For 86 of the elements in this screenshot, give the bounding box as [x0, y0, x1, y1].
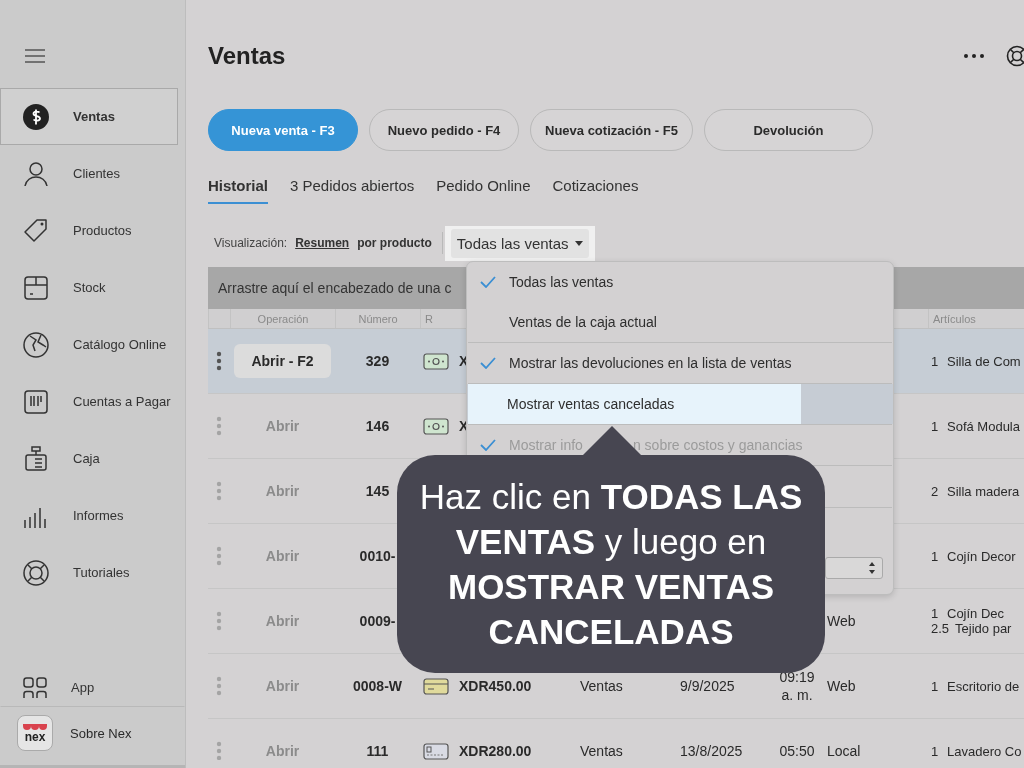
table-row[interactable]: Abrir 111 XDR280.00 Ventas 13/8/2025 05:50 Local 1 Lavadero Co [208, 719, 1024, 760]
table-cell: Ventas [580, 678, 623, 694]
article-name: Tejido par [955, 621, 1012, 636]
sidebar-item[interactable]: Stock [0, 259, 178, 316]
ledger-icon [22, 387, 50, 416]
view-label: Visualización: [214, 236, 288, 250]
quantity: 2.5 [931, 621, 950, 636]
box-icon [22, 273, 50, 302]
view-option[interactable]: Resumen [295, 236, 350, 250]
drag-handle-icon[interactable] [216, 416, 222, 436]
dollar-icon [22, 102, 50, 131]
sidebar-item[interactable]: Catálogo Online [0, 316, 178, 373]
table-cell-text: Web [826, 613, 856, 629]
quantity: 1 [931, 353, 940, 369]
cash-register-icon [22, 444, 50, 473]
quantity: 1 [931, 743, 940, 759]
tag-icon [22, 216, 50, 245]
person-icon [22, 159, 50, 188]
table-cell: 146 [365, 418, 390, 434]
table-cell: Ventas [580, 743, 623, 759]
page-title: Ventas [208, 42, 286, 70]
drag-handle-icon[interactable] [216, 481, 222, 501]
sidebar-item[interactable]: Cuentas a Pagar [0, 373, 178, 430]
table-cell: 145 [365, 483, 390, 499]
table-cell: 13/8/2025 [680, 743, 743, 759]
table-cell: 0009- [359, 613, 396, 629]
action-button[interactable]: Nuevo pedido - F4 [369, 109, 519, 151]
article-name: Cojín Dec [947, 606, 1005, 621]
nex-logo: nex [17, 715, 53, 751]
app-grid-icon [22, 676, 48, 698]
sidebar-item[interactable]: Productos [0, 202, 178, 259]
table-cell: 0010- [359, 548, 396, 564]
tab[interactable]: Historial [208, 177, 268, 204]
menu-option[interactable]: Todas las ventas [467, 262, 893, 302]
quantity: 2 [931, 483, 940, 499]
quantity: 1 [931, 606, 940, 621]
menu-icon[interactable] [24, 48, 46, 64]
menu-option[interactable]: Mostrar las devoluciones en la lista de ventas [467, 343, 893, 383]
menu-option[interactable]: Mostrar ventas canceladas [467, 384, 893, 424]
table-cell: XDR280.00 [459, 743, 532, 759]
filter-dropdown[interactable]: Todas las ventas [450, 228, 589, 258]
tab[interactable]: 3 Pedidos abiertos [290, 177, 415, 204]
table-cell-text: 09:19 a. m. [778, 668, 816, 704]
table-cell: XDR450.00 [459, 678, 532, 694]
select-field[interactable] [825, 557, 883, 579]
app-item[interactable]: App [0, 667, 185, 707]
globe-icon [22, 330, 50, 359]
table-cell: 111 [366, 743, 389, 759]
sidebar-item[interactable]: Tutoriales [0, 544, 178, 601]
lifebuoy-icon[interactable] [1006, 45, 1024, 67]
tab[interactable]: Pedido Online [436, 177, 531, 204]
drag-handle-icon[interactable] [216, 351, 222, 371]
drag-handle-icon[interactable] [216, 611, 222, 631]
article-name: Cojín Decor [947, 548, 1016, 564]
sidebar-item[interactable]: Ventas [0, 88, 178, 145]
article-name: Sofá Modula [947, 418, 1020, 434]
action-button[interactable]: Devolución [703, 109, 873, 151]
drag-handle-icon[interactable] [216, 546, 222, 566]
drag-handle-icon[interactable] [216, 676, 222, 696]
table-cell-text: Local [826, 743, 861, 759]
table-cell: 329 [365, 353, 390, 369]
view-option[interactable]: por producto [357, 236, 432, 250]
table-cell: 9/9/2025 [680, 678, 735, 694]
table-cell: 0008-W [353, 678, 402, 694]
sidebar-item[interactable]: Clientes [0, 145, 178, 202]
more-icon[interactable] [964, 54, 984, 58]
quantity: 1 [931, 678, 940, 694]
caret-icon [574, 240, 583, 246]
article-name: Silla de Com [947, 353, 1021, 369]
open-button[interactable]: Abrir - F2 [234, 344, 331, 378]
sidebar-item[interactable]: Informes [0, 487, 178, 544]
action-button[interactable]: Nueva cotización - F5 [530, 109, 693, 151]
stepper-icon [868, 561, 876, 575]
quantity: 1 [931, 418, 940, 434]
sidebar-item[interactable]: Caja [0, 430, 178, 487]
table-cell-text: Web [826, 678, 856, 694]
drag-handle-icon[interactable] [216, 741, 222, 760]
tab[interactable]: Cotizaciones [552, 177, 639, 204]
table-cell: 05:50 [779, 742, 815, 760]
about-item[interactable]: nex Sobre Nex [0, 707, 185, 768]
quantity: 1 [931, 548, 940, 564]
article-name: Lavadero Co [947, 743, 1022, 759]
article-name: Escritorio de [947, 678, 1020, 694]
lifebuoy-icon [22, 558, 50, 587]
article-name: Silla madera [947, 483, 1020, 499]
group-hint: Arrastre aquí el encabezado de una c [218, 280, 452, 296]
